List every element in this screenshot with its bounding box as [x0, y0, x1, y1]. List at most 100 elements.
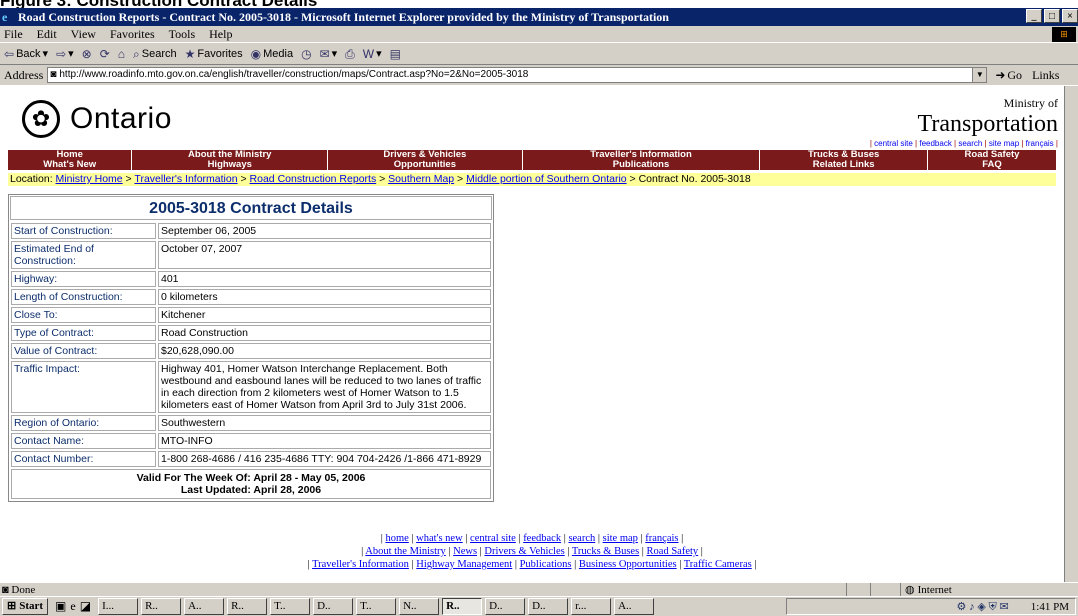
footer-link-traffic-cameras[interactable]: Traffic Cameras [684, 559, 752, 570]
top-link-site-map[interactable]: site map [989, 139, 1019, 148]
nav-related-links[interactable]: Related Links [759, 160, 928, 170]
maximize-button[interactable]: □ [1044, 9, 1060, 23]
edit-button[interactable]: W ▾ [363, 43, 382, 65]
window-titlebar: e Road Construction Reports - Contract N… [0, 8, 1078, 26]
close-button[interactable]: × [1062, 9, 1078, 23]
footer-link-about-ministry[interactable]: About the Ministry [365, 546, 446, 557]
taskbar-item[interactable]: D.. [485, 598, 526, 615]
clock[interactable]: 1:41 PM [1031, 601, 1069, 613]
taskbar-item[interactable]: N.. [399, 598, 440, 615]
breadcrumb-southern-map[interactable]: Southern Map [388, 173, 454, 185]
menu-favorites[interactable]: Favorites [110, 26, 155, 42]
taskbar-item[interactable]: T.. [356, 598, 397, 615]
row-label: Region of Ontario: [11, 415, 156, 431]
history-button[interactable]: ◷ [301, 43, 311, 65]
taskbar-item[interactable]: R.. [227, 598, 268, 615]
home-button[interactable]: ⌂ [118, 43, 125, 65]
discuss-button[interactable]: ▤ [390, 43, 401, 65]
footer-link-francais[interactable]: français [645, 533, 678, 544]
footer-link-home[interactable]: home [385, 533, 408, 544]
links-button[interactable]: Links [1032, 68, 1059, 83]
taskbar-item[interactable]: A.. [184, 598, 225, 615]
table-row: Close To: Kitchener [11, 307, 491, 323]
row-value: $20,628,090.00 [158, 343, 491, 359]
taskbar-item[interactable]: I... [98, 598, 139, 615]
page-done-icon: ◙ [2, 584, 9, 596]
go-button[interactable]: ➜ Go [995, 68, 1022, 83]
footer-link-trucks-buses[interactable]: Trucks & Buses [572, 546, 639, 557]
chevron-down-icon[interactable]: ▼ [972, 68, 987, 82]
table-row: Value of Contract: $20,628,090.00 [11, 343, 491, 359]
media-button[interactable]: ◉ Media [251, 43, 293, 65]
nav-opportunities[interactable]: Opportunities [327, 160, 523, 170]
footer-link-search[interactable]: search [568, 533, 595, 544]
taskbar-item-active[interactable]: R.. [442, 598, 483, 615]
breadcrumb-ministry-home[interactable]: Ministry Home [56, 173, 123, 185]
menu-view[interactable]: View [71, 26, 96, 42]
menu-file[interactable]: File [4, 26, 23, 42]
menu-tools[interactable]: Tools [169, 26, 196, 42]
address-input[interactable]: ◙ http://www.roadinfo.mto.gov.on.ca/engl… [47, 67, 988, 83]
breadcrumb-travellers-information[interactable]: Traveller's Information [134, 173, 237, 185]
row-value: 0 kilometers [158, 289, 491, 305]
footer-link-drivers-vehicles[interactable]: Drivers & Vehicles [484, 546, 564, 557]
footer-link-central-site[interactable]: central site [470, 533, 516, 544]
nav-faq[interactable]: FAQ [927, 160, 1056, 170]
footer-link-publications[interactable]: Publications [520, 559, 572, 570]
minimize-button[interactable]: _ [1026, 9, 1042, 23]
mail-button[interactable]: ✉ ▾ [320, 43, 338, 65]
taskbar-item[interactable]: D.. [528, 598, 569, 615]
tray-icons[interactable]: ⚙ ♪ ◈ ⛨ ✉ [956, 600, 1008, 614]
forward-button[interactable]: ⇨ ▾ [56, 43, 74, 65]
back-button[interactable]: ⇦ Back ▾ [4, 43, 48, 65]
taskbar-item[interactable]: T.. [270, 598, 311, 615]
row-value: October 07, 2007 [158, 241, 491, 269]
taskbar-item[interactable]: D.. [313, 598, 354, 615]
forward-arrow-icon: ⇨ [56, 46, 67, 61]
vertical-scrollbar[interactable] [1064, 86, 1078, 582]
taskbar-item[interactable]: R.. [141, 598, 182, 615]
contract-details-panel: 2005-3018 Contract Details Start of Cons… [8, 194, 494, 502]
footer-link-whats-new[interactable]: what's new [416, 533, 463, 544]
ie-quicklaunch-icon[interactable]: e [70, 599, 75, 614]
search-button[interactable]: ⌕ Search [133, 43, 177, 65]
nav-highways[interactable]: Highways [131, 160, 329, 170]
start-button[interactable]: ⊞ Start [2, 598, 49, 615]
footer-link-travellers-information[interactable]: Traveller's Information [312, 559, 409, 570]
footer-links: | home | what's new | central site | fee… [0, 532, 1064, 571]
stop-button[interactable]: ⊗ [82, 43, 92, 65]
nav-whats-new[interactable]: What's New [8, 160, 133, 170]
taskbar-item[interactable]: A.. [614, 598, 655, 615]
row-label: Highway: [11, 271, 156, 287]
menu-edit[interactable]: Edit [37, 26, 57, 42]
browser-toolbar: ⇦ Back ▾ ⇨ ▾ ⊗ ⟳ ⌂ ⌕ Search ★ Favorites ◉ Medi… [0, 43, 1078, 65]
go-arrow-icon: ➜ [995, 67, 1006, 82]
stop-icon: ⊗ [81, 46, 92, 61]
ontario-logo[interactable]: ✿ Ontario [22, 100, 172, 138]
row-value: 1-800 268-4686 / 416 235-4686 TTY: 904 7… [158, 451, 491, 467]
top-link-central-site[interactable]: central site [874, 139, 913, 148]
top-link-francais[interactable]: français [1026, 139, 1054, 148]
footer-link-highway-management[interactable]: Highway Management [416, 559, 512, 570]
outlook-quicklaunch-icon[interactable]: ◪ [80, 599, 91, 614]
footer-link-business-opportunities[interactable]: Business Opportunities [579, 559, 677, 570]
top-link-search[interactable]: search [958, 139, 982, 148]
top-link-feedback[interactable]: feedback [919, 139, 951, 148]
breadcrumb-middle-portion[interactable]: Middle portion of Southern Ontario [466, 173, 627, 185]
footer-link-site-map[interactable]: site map [603, 533, 638, 544]
nav-publications[interactable]: Publications [522, 160, 761, 170]
taskbar-item[interactable]: r... [571, 598, 612, 615]
favorites-button[interactable]: ★ Favorites [185, 43, 243, 65]
show-desktop-icon[interactable]: ▣ [55, 599, 66, 614]
refresh-button[interactable]: ⟳ [100, 43, 110, 65]
breadcrumb-road-construction-reports[interactable]: Road Construction Reports [250, 173, 377, 185]
footer-link-road-safety[interactable]: Road Safety [647, 546, 699, 557]
footer-link-news[interactable]: News [453, 546, 477, 557]
window-controls: _ □ × [1026, 9, 1078, 23]
menu-help[interactable]: Help [209, 26, 232, 42]
print-button[interactable]: ⎙ [345, 43, 355, 65]
footer-link-feedback[interactable]: feedback [523, 533, 561, 544]
menu-bar: File Edit View Favorites Tools Help ⊞ [0, 26, 1078, 43]
address-url: http://www.roadinfo.mto.gov.on.ca/englis… [59, 69, 529, 80]
trillium-icon: ✿ [22, 100, 60, 138]
